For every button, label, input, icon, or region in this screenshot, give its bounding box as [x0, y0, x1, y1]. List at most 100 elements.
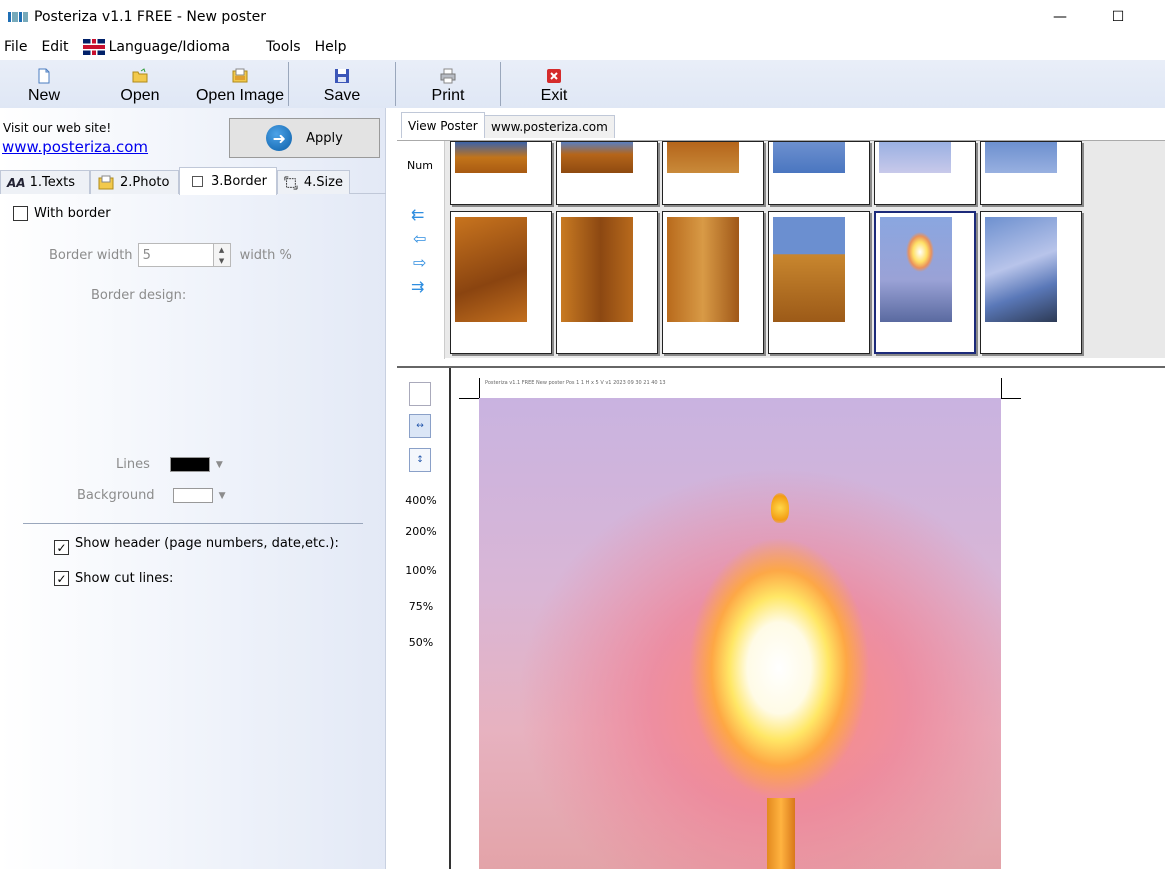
- page-thumbnail[interactable]: [450, 211, 552, 354]
- printer-icon: [440, 68, 456, 84]
- show-header-label: Show header (page numbers, date,etc.):: [75, 536, 339, 551]
- page-thumbnail[interactable]: [556, 141, 658, 205]
- title-bar: Posteriza v1.1 FREE - New poster — ☐: [0, 0, 1165, 34]
- view-tabs: View Poster www.posteriza.com: [397, 112, 1165, 140]
- tab-website[interactable]: www.posteriza.com: [484, 115, 615, 138]
- cut-line-mark: [1001, 398, 1021, 399]
- tab-photo-label: 2.Photo: [120, 175, 170, 190]
- menu-help[interactable]: Help: [308, 34, 354, 60]
- page-thumbnail[interactable]: [980, 141, 1082, 205]
- uk-flag-icon: [82, 39, 105, 55]
- zoom-50[interactable]: 50%: [397, 636, 445, 649]
- maximize-button[interactable]: ☐: [1095, 0, 1141, 34]
- menu-edit[interactable]: Edit: [34, 34, 75, 60]
- border-design-label: Border design:: [91, 288, 187, 303]
- print-label: Print: [431, 87, 465, 104]
- section-divider: [23, 523, 363, 524]
- border-width-input[interactable]: 5: [137, 243, 214, 267]
- lines-color-swatch[interactable]: [169, 457, 210, 472]
- chevron-down-icon[interactable]: ▼: [219, 491, 226, 501]
- new-button[interactable]: New: [0, 60, 88, 108]
- page-thumbnail[interactable]: [662, 141, 764, 205]
- tab-view-poster[interactable]: View Poster: [401, 112, 485, 138]
- apply-button[interactable]: ➜ Apply: [229, 118, 380, 158]
- menu-language-label: Language/Idioma: [108, 39, 231, 55]
- poster-header-text: Posteriza v1.1 FREE New poster Pos 1 1 H…: [485, 380, 666, 386]
- menu-bar: File Edit Language/Idioma Tools Help: [0, 34, 1165, 60]
- toolbar: New Open Open Image Save Print Exit: [0, 60, 1165, 108]
- photo-icon: [98, 175, 114, 189]
- zoom-200[interactable]: 200%: [397, 525, 445, 538]
- prev-page-icon[interactable]: ⇦: [413, 229, 426, 248]
- zoom-400[interactable]: 400%: [397, 494, 445, 507]
- tab-photo[interactable]: 2.Photo: [90, 170, 179, 194]
- zoom-75[interactable]: 75%: [397, 600, 445, 613]
- tab-texts-label: 1.Texts: [29, 175, 76, 190]
- num-label: Num: [407, 159, 433, 172]
- save-button[interactable]: Save: [289, 60, 395, 108]
- page-thumbnail-selected[interactable]: [874, 211, 976, 354]
- border-width-label: Border width: [49, 247, 133, 263]
- lines-color-row: Lines ▼: [116, 457, 223, 472]
- fit-width-icon[interactable]: ↔: [409, 414, 431, 438]
- chevron-down-icon[interactable]: ▼: [216, 460, 223, 470]
- border-width-stepper[interactable]: ▲ ▼: [213, 243, 231, 267]
- fit-height-icon[interactable]: ↕: [409, 448, 431, 472]
- show-cut-lines-row[interactable]: ✓ Show cut lines:: [54, 571, 173, 586]
- stepper-down-icon[interactable]: ▼: [219, 257, 224, 265]
- show-cut-lines-checkbox[interactable]: ✓: [54, 571, 69, 586]
- menu-file[interactable]: File: [0, 34, 34, 60]
- exit-button[interactable]: Exit: [501, 60, 607, 108]
- arrow-right-icon: ➜: [266, 125, 293, 151]
- apply-label: Apply: [306, 130, 343, 146]
- page-thumbnail[interactable]: [980, 211, 1082, 354]
- cut-line-mark: [1001, 378, 1002, 398]
- next-page-icon[interactable]: ⇨: [413, 253, 426, 272]
- with-border-row[interactable]: With border: [13, 206, 111, 221]
- border-width-row: Border width 5 ▲ ▼ width %: [49, 243, 292, 267]
- show-header-checkbox[interactable]: ✓: [54, 540, 69, 555]
- website-link[interactable]: www.posteriza.com: [2, 138, 148, 156]
- first-page-icon[interactable]: ⇇: [411, 205, 424, 224]
- page-thumbnail[interactable]: [662, 211, 764, 354]
- tab-size[interactable]: 4.Size: [277, 170, 350, 194]
- page-thumbnail[interactable]: [768, 211, 870, 354]
- print-button[interactable]: Print: [396, 60, 500, 108]
- tab-border[interactable]: 3.Border: [179, 167, 277, 195]
- background-color-row: Background ▼: [77, 488, 225, 503]
- poster-view-panel: View Poster www.posteriza.com Num ⇇ ⇦ ⇨ …: [397, 108, 1165, 869]
- last-page-icon[interactable]: ⇉: [411, 277, 424, 296]
- background-color-swatch[interactable]: [172, 488, 213, 503]
- stepper-up-icon[interactable]: ▲: [219, 246, 224, 254]
- resize-icon: [284, 175, 298, 190]
- with-border-label: With border: [34, 206, 111, 221]
- page-thumbnails: Num ⇇ ⇦ ⇨ ⇉: [397, 140, 1165, 359]
- new-document-icon: [38, 68, 50, 84]
- open-image-button[interactable]: Open Image: [192, 60, 288, 108]
- open-button[interactable]: Open: [88, 60, 192, 108]
- with-border-checkbox[interactable]: [13, 206, 28, 221]
- exit-x-icon: [547, 69, 561, 83]
- page-thumbnail[interactable]: [556, 211, 658, 354]
- show-header-row[interactable]: ✓ Show header (page numbers, date,etc.):: [54, 532, 339, 555]
- text-aa-icon: AA: [7, 175, 26, 190]
- poster-preview: ↔ ↕ 400% 200% 100% 75% 50% Posteriza v1.…: [397, 366, 1165, 869]
- tab-size-label: 4.Size: [303, 175, 343, 190]
- zoom-100[interactable]: 100%: [397, 564, 445, 577]
- page-thumbnail[interactable]: [768, 141, 870, 205]
- new-label: New: [27, 87, 60, 104]
- menu-tools[interactable]: Tools: [259, 34, 308, 60]
- open-folder-icon: [132, 68, 148, 83]
- settings-tabs: AA 1.Texts 2.Photo 3.Border 4.Size: [0, 167, 386, 195]
- page-thumbnail[interactable]: [874, 141, 976, 205]
- save-label: Save: [323, 87, 361, 104]
- page-thumbnail[interactable]: [450, 141, 552, 205]
- cut-line-mark: [459, 398, 479, 399]
- border-width-unit: width %: [239, 247, 292, 263]
- lamp-finial: [771, 493, 789, 523]
- menu-language[interactable]: Language/Idioma: [76, 34, 238, 60]
- tab-texts[interactable]: AA 1.Texts: [0, 170, 90, 194]
- background-label: Background: [77, 488, 155, 503]
- minimize-button[interactable]: —: [1037, 0, 1083, 34]
- fit-page-icon[interactable]: [409, 382, 431, 406]
